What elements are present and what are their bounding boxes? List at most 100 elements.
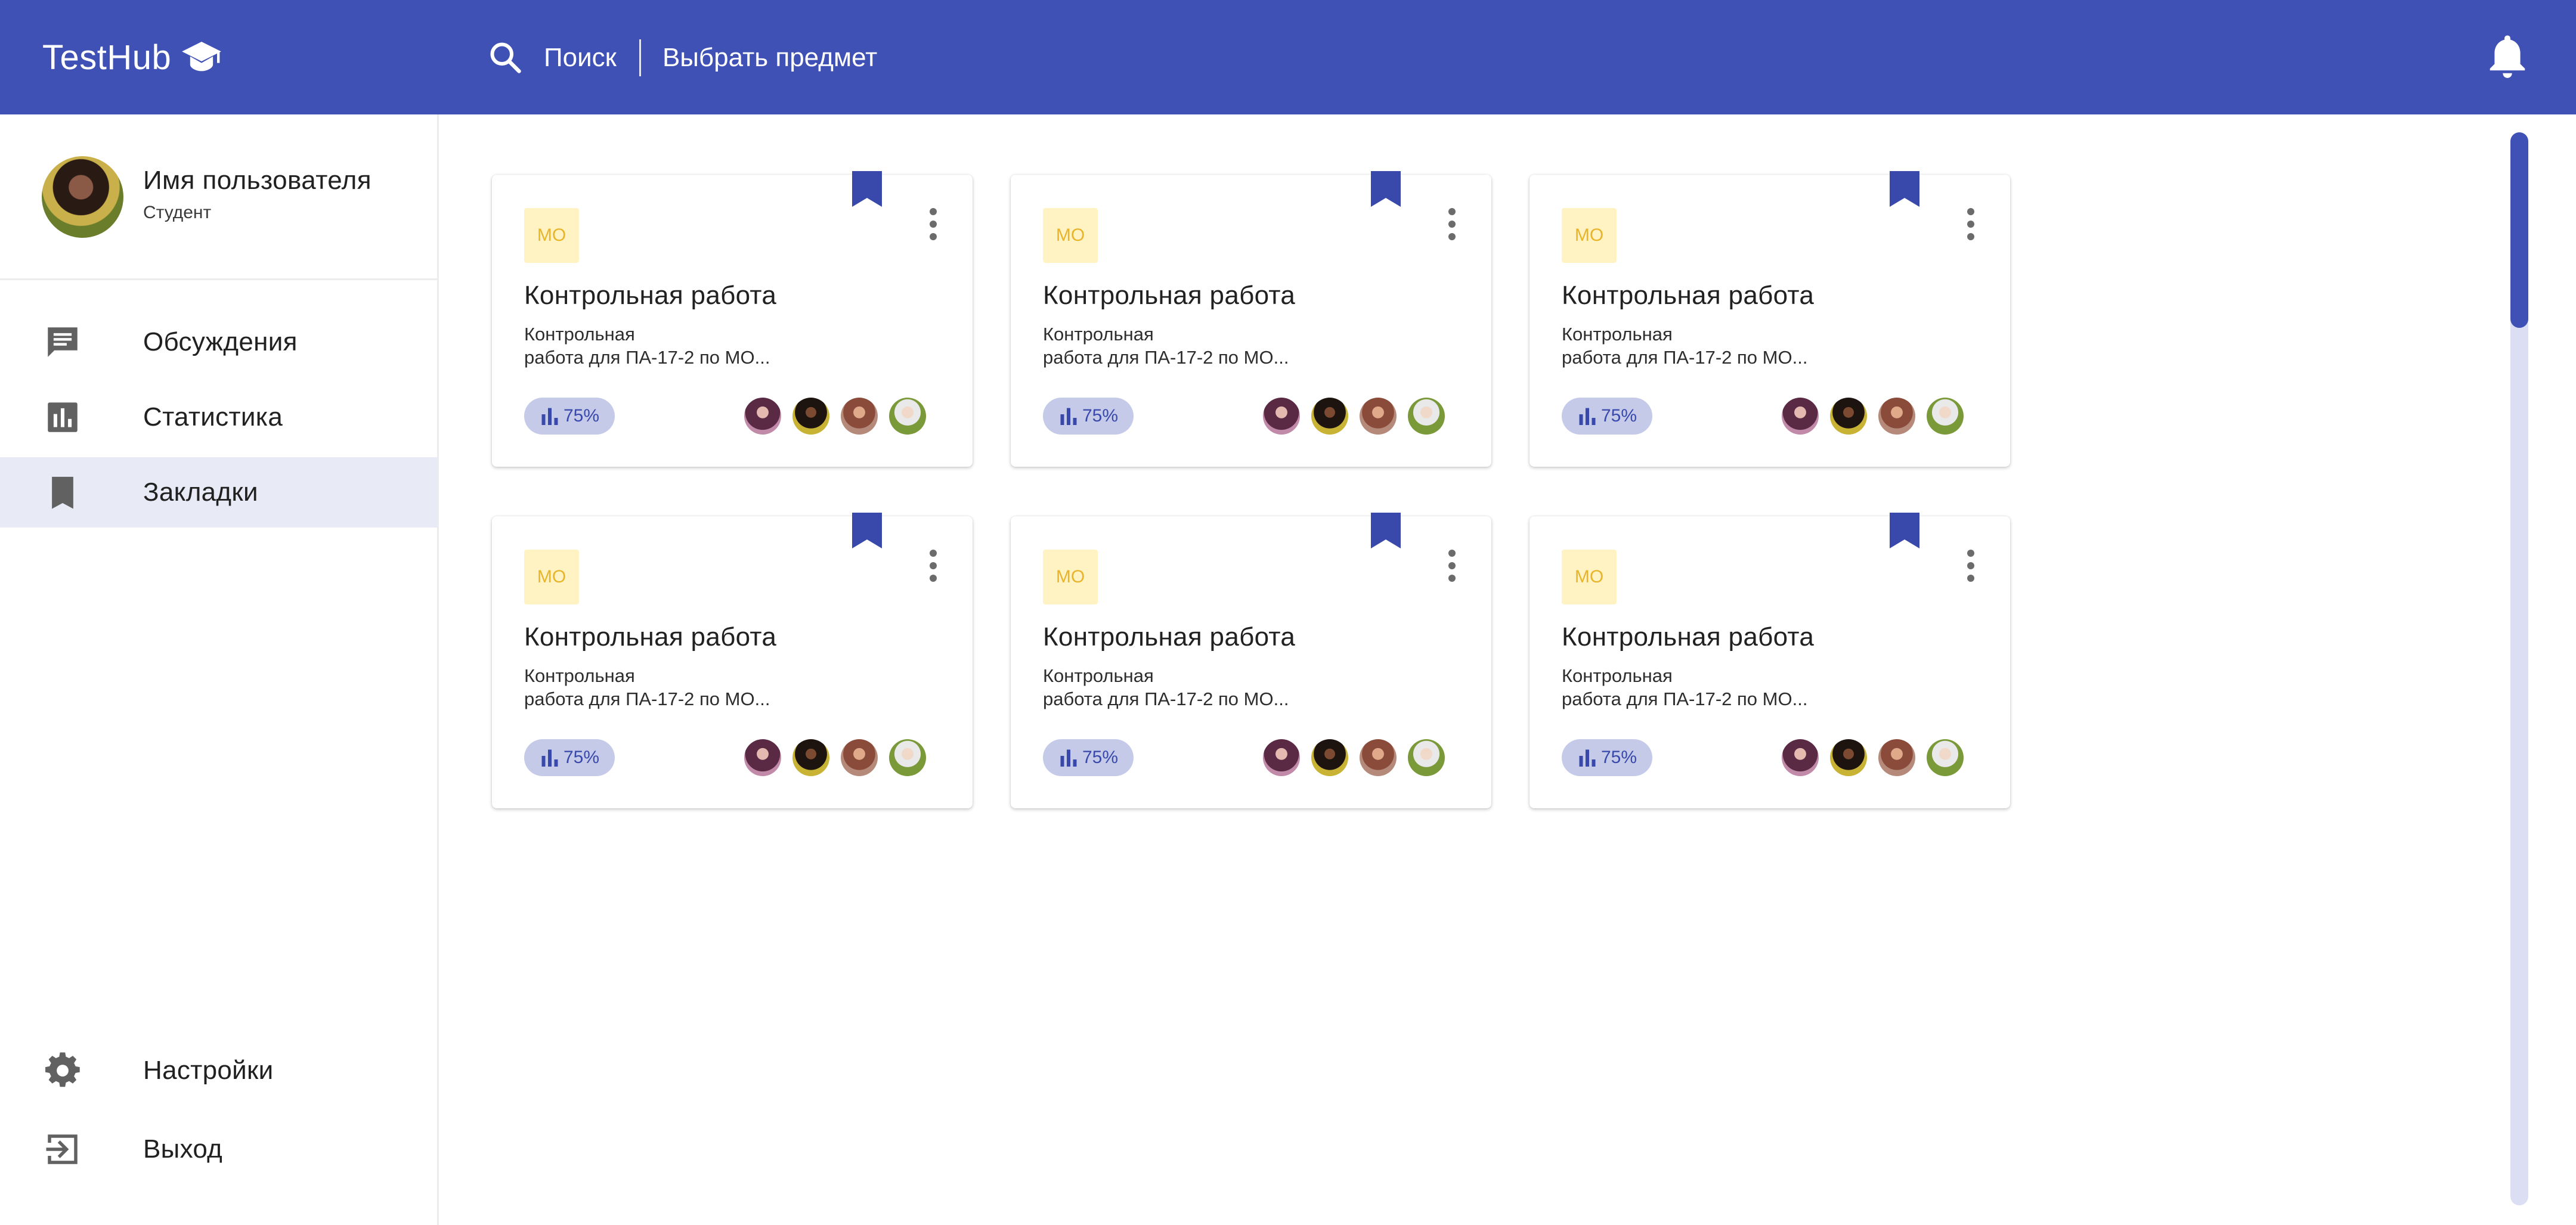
- progress-value: 75%: [1082, 748, 1119, 767]
- subject-badge: МО: [524, 550, 579, 604]
- search-icon[interactable]: [488, 40, 524, 76]
- more-options-icon[interactable]: [1965, 208, 1977, 243]
- avatar[interactable]: [1263, 739, 1300, 776]
- subject-badge: МО: [1043, 550, 1098, 604]
- avatar[interactable]: [1408, 398, 1445, 435]
- avatar[interactable]: [744, 739, 781, 776]
- participants: [1263, 398, 1456, 436]
- card-description: Контрольная работа для ПА-17-2 по МО...: [1043, 665, 1289, 709]
- bar-chart-icon: [1060, 408, 1077, 425]
- progress-value: 75%: [1601, 406, 1637, 426]
- avatar[interactable]: [1360, 739, 1397, 776]
- avatar[interactable]: [841, 739, 878, 776]
- avatar[interactable]: [889, 739, 926, 776]
- bookmark-icon[interactable]: [852, 513, 882, 548]
- logout-icon: [46, 1134, 78, 1164]
- card-description: Контрольная работа для ПА-17-2 по МО...: [1562, 324, 1808, 368]
- avatar[interactable]: [1830, 398, 1867, 435]
- brand-title: TestHub: [42, 38, 172, 77]
- sidebar-item-statistics[interactable]: Статистика: [0, 382, 437, 452]
- card-description: Контрольная работа для ПА-17-2 по МО...: [524, 665, 770, 709]
- chat-icon: [48, 327, 78, 357]
- search-divider: [639, 39, 641, 76]
- bookmark-icon[interactable]: [1890, 513, 1919, 548]
- test-card[interactable]: МО Контрольная работа Контрольная работа…: [492, 171, 973, 467]
- more-options-icon[interactable]: [1446, 208, 1458, 243]
- avatar[interactable]: [1263, 398, 1300, 435]
- avatar[interactable]: [1830, 739, 1867, 776]
- bookmark-icon[interactable]: [1371, 513, 1401, 548]
- progress-value: 75%: [564, 406, 600, 426]
- more-options-icon[interactable]: [927, 550, 939, 584]
- sidebar-item-label: Обсуждения: [143, 327, 298, 356]
- participants: [1263, 739, 1456, 777]
- sidebar: Имя пользователя Студент Обсуждения Стат…: [0, 114, 439, 1225]
- subject-badge: МО: [1043, 208, 1098, 263]
- subject-select[interactable]: Выбрать предмет: [662, 43, 877, 73]
- card-title: Контрольная работа: [524, 622, 777, 652]
- progress-badge: 75%: [524, 739, 615, 776]
- card-title: Контрольная работа: [524, 281, 777, 310]
- scrollbar-thumb[interactable]: [2510, 132, 2528, 328]
- sidebar-item-label: Закладки: [143, 477, 258, 507]
- avatar[interactable]: [889, 398, 926, 435]
- bar-chart-icon: [48, 402, 78, 432]
- avatar[interactable]: [792, 739, 829, 776]
- subject-badge: МО: [524, 208, 579, 263]
- avatar[interactable]: [1927, 398, 1964, 435]
- avatar[interactable]: [1878, 398, 1915, 435]
- avatar[interactable]: [1927, 739, 1964, 776]
- avatar[interactable]: [792, 398, 829, 435]
- bookmark-icon: [52, 476, 73, 509]
- search-bar[interactable]: Поиск Выбрать предмет: [488, 37, 877, 79]
- bar-chart-icon: [541, 408, 558, 425]
- app-header: TestHub Поиск Выбрать предмет: [0, 0, 2576, 114]
- participants: [744, 398, 937, 436]
- brand-logo[interactable]: TestHub: [42, 35, 222, 80]
- subject-badge: МО: [1562, 208, 1617, 263]
- test-card[interactable]: МО Контрольная работа Контрольная работа…: [1011, 171, 1491, 467]
- search-input[interactable]: Поиск: [544, 43, 617, 73]
- bookmark-icon[interactable]: [1371, 171, 1401, 207]
- card-title: Контрольная работа: [1562, 622, 1815, 652]
- progress-badge: 75%: [1043, 739, 1134, 776]
- test-card[interactable]: МО Контрольная работа Контрольная работа…: [1530, 513, 2010, 808]
- progress-badge: 75%: [1562, 739, 1652, 776]
- sidebar-item-label: Выход: [143, 1134, 223, 1164]
- bookmark-icon[interactable]: [1890, 171, 1919, 207]
- user-profile[interactable]: Имя пользователя Студент: [0, 114, 437, 280]
- avatar[interactable]: [1360, 398, 1397, 435]
- subject-badge: МО: [1562, 550, 1617, 604]
- avatar[interactable]: [1311, 398, 1348, 435]
- sidebar-item-logout[interactable]: Выход: [0, 1114, 437, 1184]
- participants: [1782, 739, 1975, 777]
- progress-badge: 75%: [524, 398, 615, 435]
- card-title: Контрольная работа: [1043, 622, 1296, 652]
- bell-icon[interactable]: [2485, 32, 2529, 81]
- avatar[interactable]: [744, 398, 781, 435]
- avatar[interactable]: [841, 398, 878, 435]
- avatar[interactable]: [42, 156, 123, 238]
- more-options-icon[interactable]: [1965, 550, 1977, 584]
- bar-chart-icon: [1579, 408, 1596, 425]
- avatar[interactable]: [1782, 398, 1819, 435]
- avatar[interactable]: [1878, 739, 1915, 776]
- avatar[interactable]: [1782, 739, 1819, 776]
- card-title: Контрольная работа: [1043, 281, 1296, 310]
- sidebar-item-discussions[interactable]: Обсуждения: [0, 307, 437, 377]
- scrollbar[interactable]: [2510, 132, 2528, 1205]
- graduation-cap-icon: [182, 42, 222, 72]
- bookmark-icon[interactable]: [852, 171, 882, 207]
- user-name: Имя пользователя: [143, 166, 371, 195]
- more-options-icon[interactable]: [1446, 550, 1458, 584]
- sidebar-item-bookmarks[interactable]: Закладки: [0, 457, 437, 528]
- test-card[interactable]: МО Контрольная работа Контрольная работа…: [1530, 171, 2010, 467]
- more-options-icon[interactable]: [927, 208, 939, 243]
- test-card[interactable]: МО Контрольная работа Контрольная работа…: [492, 513, 973, 808]
- sidebar-item-label: Статистика: [143, 402, 283, 432]
- test-card[interactable]: МО Контрольная работа Контрольная работа…: [1011, 513, 1491, 808]
- avatar[interactable]: [1311, 739, 1348, 776]
- avatar[interactable]: [1408, 739, 1445, 776]
- sidebar-item-settings[interactable]: Настройки: [0, 1035, 437, 1106]
- progress-badge: 75%: [1562, 398, 1652, 435]
